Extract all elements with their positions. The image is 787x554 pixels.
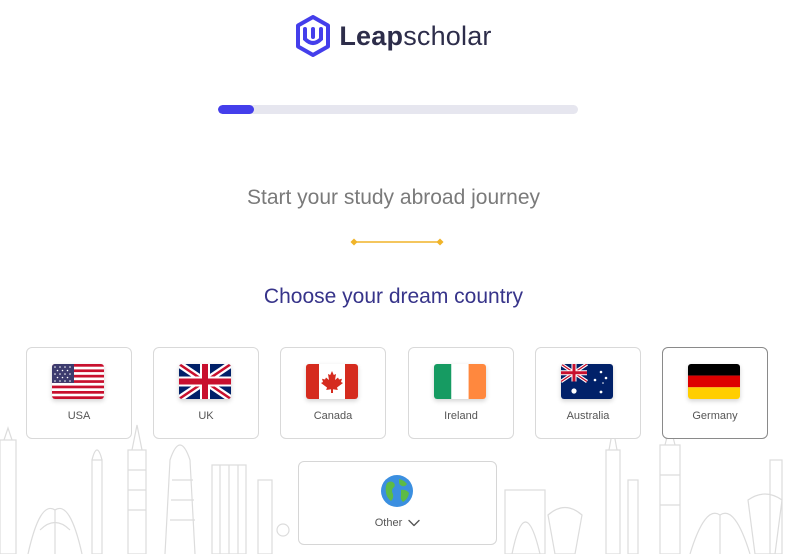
- brand-wordmark: Leapscholar: [339, 21, 491, 52]
- other-country-dropdown[interactable]: Other: [298, 461, 497, 545]
- country-card-germany[interactable]: Germany: [662, 347, 768, 439]
- country-label: USA: [67, 410, 91, 422]
- country-label: UK: [198, 410, 214, 422]
- question-heading: Choose your dream country: [263, 285, 524, 308]
- brand-logo: Leapscholar: [0, 15, 787, 57]
- ireland-flag-icon: [434, 364, 486, 399]
- other-option-row: Other: [299, 517, 496, 529]
- globe-icon: [381, 475, 413, 507]
- progress-bar: [218, 105, 578, 114]
- country-label: Germany: [692, 410, 738, 422]
- australia-flag-icon: [561, 364, 613, 399]
- country-label: Ireland: [444, 410, 478, 422]
- canada-flag-icon: [306, 364, 358, 399]
- country-card-uk[interactable]: UK: [153, 347, 259, 439]
- country-card-australia[interactable]: Australia: [535, 347, 641, 439]
- other-option-label: Other: [374, 517, 403, 529]
- leapscholar-logo-icon: [296, 15, 331, 57]
- country-label: Canada: [313, 410, 353, 422]
- brand-name-bold: Leap: [339, 20, 404, 51]
- country-card-canada[interactable]: Canada: [280, 347, 386, 439]
- uk-flag-icon: [179, 364, 231, 399]
- germany-flag-icon: [688, 364, 740, 399]
- progress-bar-fill: [218, 105, 254, 114]
- chevron-down-icon: [408, 519, 420, 527]
- country-card-ireland[interactable]: Ireland: [408, 347, 514, 439]
- country-label: Australia: [566, 410, 610, 422]
- brand-name-light: scholar: [403, 20, 492, 51]
- country-card-usa[interactable]: USA: [26, 347, 132, 439]
- decorative-divider: [350, 238, 444, 246]
- page-subtitle: Start your study abroad journey: [247, 186, 540, 209]
- usa-flag-icon: [52, 364, 104, 399]
